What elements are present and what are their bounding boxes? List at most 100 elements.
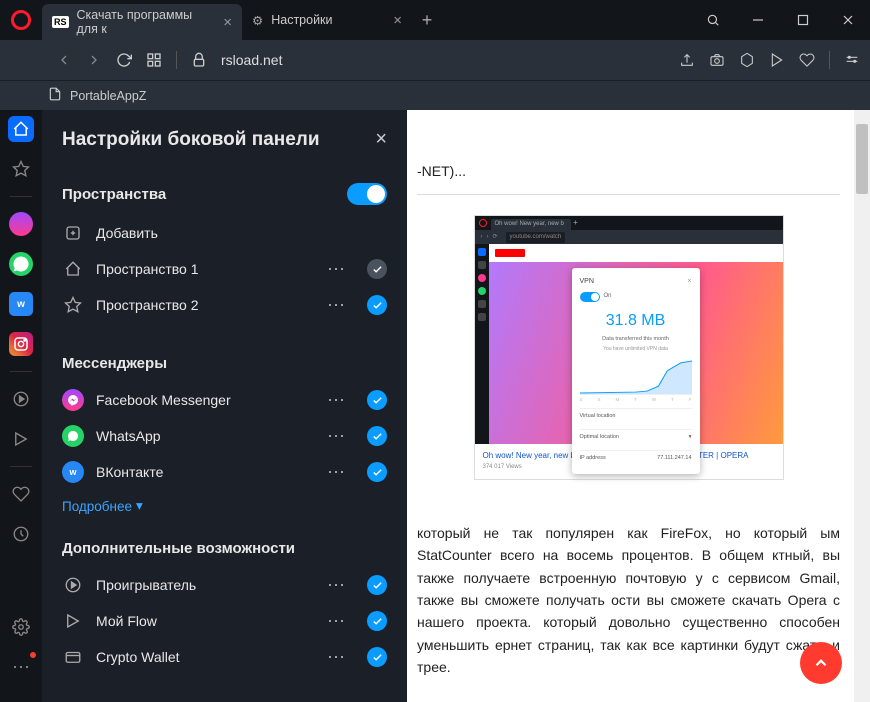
rail-flow-icon[interactable]	[8, 426, 34, 452]
opera-logo[interactable]	[0, 0, 42, 40]
check-icon[interactable]	[367, 647, 387, 667]
check-icon[interactable]	[367, 611, 387, 631]
menu-icon[interactable]	[844, 52, 860, 68]
row-label: Crypto Wallet	[96, 649, 315, 665]
row-label: Пространство 2	[96, 297, 315, 313]
rail-whatsapp-icon[interactable]	[8, 251, 34, 277]
maximize-button[interactable]	[780, 0, 825, 40]
lock-icon[interactable]	[191, 52, 207, 68]
check-icon[interactable]	[367, 390, 387, 410]
close-button[interactable]	[825, 0, 870, 40]
home-icon	[62, 258, 84, 280]
more-link[interactable]: Подробнее ▾	[42, 490, 407, 532]
rail-star-icon[interactable]	[8, 156, 34, 182]
plus-icon	[62, 222, 84, 244]
tab-title: Настройки	[271, 13, 332, 27]
tab-favicon: RS	[52, 16, 69, 28]
more-icon[interactable]: ⋯	[327, 390, 347, 411]
close-icon[interactable]: ×	[375, 128, 387, 151]
camera-icon[interactable]	[709, 52, 725, 68]
row-label: Facebook Messenger	[96, 392, 315, 408]
close-icon[interactable]: ×	[223, 14, 232, 31]
rail-player-icon[interactable]	[8, 386, 34, 412]
tab-title: Скачать программы для к	[77, 8, 216, 36]
rail-more-icon[interactable]: ⋯	[8, 654, 34, 680]
speed-dial-icon[interactable]	[146, 52, 162, 68]
more-icon[interactable]: ⋯	[327, 295, 347, 316]
whatsapp-row[interactable]: WhatsApp ⋯	[42, 418, 407, 454]
new-tab-button[interactable]: +	[412, 0, 442, 40]
forward-button[interactable]	[86, 52, 102, 68]
vpn-card: VPN× On 31.8 MB Data transferred this mo…	[572, 268, 700, 473]
more-icon[interactable]: ⋯	[327, 462, 347, 483]
more-icon[interactable]: ⋯	[327, 611, 347, 632]
vpn-usage-chart	[580, 359, 692, 395]
row-label: WhatsApp	[96, 428, 315, 444]
more-icon[interactable]: ⋯	[327, 259, 347, 280]
check-icon[interactable]	[367, 462, 387, 482]
row-label: Проигрыватель	[96, 577, 315, 593]
flow-row[interactable]: Мой Flow ⋯	[42, 603, 407, 639]
spaces-toggle[interactable]	[347, 183, 387, 205]
heart-icon[interactable]	[799, 52, 815, 68]
row-label: Пространство 1	[96, 261, 315, 277]
close-icon[interactable]: ×	[393, 12, 402, 29]
minimize-button[interactable]	[735, 0, 780, 40]
vk-icon: w	[62, 461, 84, 483]
file-icon	[48, 87, 62, 104]
flow-icon	[62, 610, 84, 632]
section-extra-title: Дополнительные возможности	[62, 540, 295, 557]
page-content: -NET)... Oh wow! New year, new b + ‹›⟳ y…	[407, 110, 870, 702]
rail-history-icon[interactable]	[8, 521, 34, 547]
check-icon[interactable]	[367, 259, 387, 279]
back-button[interactable]	[56, 52, 72, 68]
rail-messenger-icon[interactable]	[8, 211, 34, 237]
more-icon[interactable]: ⋯	[327, 575, 347, 596]
share-icon[interactable]	[679, 52, 695, 68]
row-label: Мой Flow	[96, 613, 315, 629]
panel-title: Настройки боковой панели	[62, 129, 320, 151]
sidebar-rail: w ⋯	[0, 110, 42, 702]
wallet-row[interactable]: Crypto Wallet ⋯	[42, 639, 407, 675]
bookmark-item[interactable]: PortableAppZ	[70, 89, 146, 103]
add-space-row[interactable]: Добавить	[42, 215, 407, 251]
sidebar-settings-panel: Настройки боковой панели × Пространства …	[42, 110, 407, 702]
whatsapp-icon	[62, 425, 84, 447]
scroll-top-button[interactable]	[800, 642, 842, 684]
tab-strip: RS Скачать программы для к × ⚙ Настройки…	[42, 0, 690, 40]
gear-icon: ⚙	[252, 13, 263, 28]
row-label: ВКонтакте	[96, 464, 315, 480]
text-fragment: -NET)...	[417, 160, 840, 182]
bookmarks-bar: PortableAppZ	[0, 80, 870, 110]
send-icon[interactable]	[769, 52, 785, 68]
rail-instagram-icon[interactable]	[8, 331, 34, 357]
space-2-row[interactable]: Пространство 2 ⋯	[42, 287, 407, 323]
reload-button[interactable]	[116, 52, 132, 68]
fb-messenger-row[interactable]: Facebook Messenger ⋯	[42, 382, 407, 418]
player-row[interactable]: Проигрыватель ⋯	[42, 567, 407, 603]
rail-vk-icon[interactable]: w	[8, 291, 34, 317]
check-icon[interactable]	[367, 426, 387, 446]
more-icon[interactable]: ⋯	[327, 426, 347, 447]
star-icon	[62, 294, 84, 316]
section-spaces-title: Пространства	[62, 186, 166, 203]
embedded-screenshot: Oh wow! New year, new b + ‹›⟳ youtube.co…	[474, 215, 784, 479]
address-bar: rsload.net	[0, 40, 870, 80]
tab-1[interactable]: RS Скачать программы для к ×	[42, 4, 242, 40]
vk-row[interactable]: w ВКонтакте ⋯	[42, 454, 407, 490]
scrollbar-thumb[interactable]	[856, 124, 868, 194]
rail-heart-icon[interactable]	[8, 481, 34, 507]
check-icon[interactable]	[367, 295, 387, 315]
row-label: Добавить	[96, 225, 387, 241]
url-field[interactable]: rsload.net	[221, 52, 665, 68]
more-icon[interactable]: ⋯	[327, 647, 347, 668]
search-icon[interactable]	[690, 0, 735, 40]
adblock-icon[interactable]	[739, 52, 755, 68]
rail-home-icon[interactable]	[8, 116, 34, 142]
rail-settings-icon[interactable]	[8, 614, 34, 640]
tab-2[interactable]: ⚙ Настройки ×	[242, 0, 412, 40]
wallet-icon	[62, 646, 84, 668]
space-1-row[interactable]: Пространство 1 ⋯	[42, 251, 407, 287]
check-icon[interactable]	[367, 575, 387, 595]
scrollbar-track[interactable]	[854, 110, 870, 702]
